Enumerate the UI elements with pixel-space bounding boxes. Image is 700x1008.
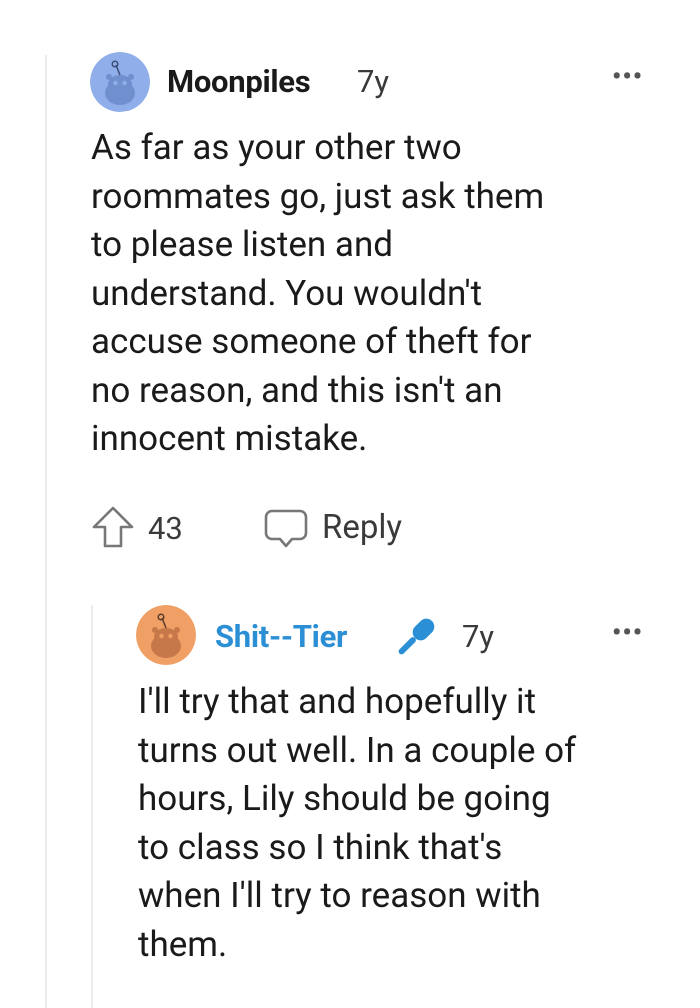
comment-age: 7y <box>462 618 495 655</box>
comment-author[interactable]: Moonpiles <box>167 63 311 100</box>
thread-line[interactable] <box>45 55 47 1008</box>
snoo-avatar-icon <box>136 605 196 665</box>
speech-bubble-icon <box>264 509 308 548</box>
snoo-avatar-icon <box>90 52 150 112</box>
reply-button[interactable]: Reply <box>262 502 422 552</box>
comment-thread: Moonpiles 7y ••• As far as your other tw… <box>0 0 700 1008</box>
upvote-icon[interactable] <box>90 504 136 550</box>
nested-thread-line[interactable] <box>91 605 93 1008</box>
comment-body: I'll try that and hopefully it turns out… <box>138 681 577 965</box>
comment-body: As far as your other two roommates go, j… <box>91 127 545 459</box>
comment-age: 7y <box>357 63 390 100</box>
avatar[interactable] <box>90 52 150 112</box>
avatar[interactable] <box>136 605 196 665</box>
more-options-icon[interactable]: ••• <box>612 620 643 646</box>
reply-label: Reply <box>322 508 403 547</box>
vote-count: 43 <box>148 510 183 547</box>
more-options-icon[interactable]: ••• <box>612 64 643 90</box>
comment-author[interactable]: Shit--Tier <box>215 618 347 655</box>
microphone-icon <box>398 618 435 655</box>
